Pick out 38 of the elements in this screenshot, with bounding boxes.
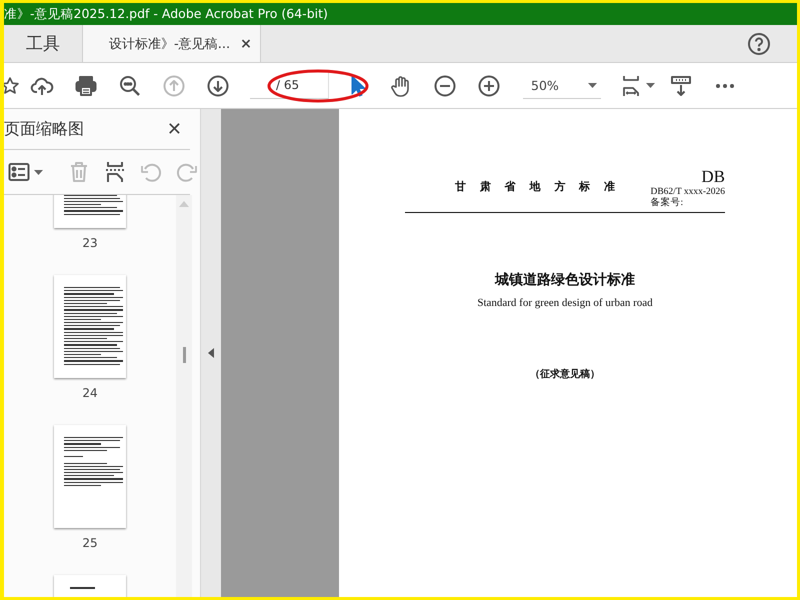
page-number-label: 23 <box>82 236 98 250</box>
document-header: 甘 肃 省 地 方 标 准 <box>455 179 615 194</box>
page-thumbnail[interactable] <box>54 275 126 378</box>
caret-icon <box>646 83 655 88</box>
search-icon <box>118 74 142 98</box>
arrow-up-icon <box>162 74 186 98</box>
page-number-label: 24 <box>82 386 98 400</box>
zoom-in-icon <box>477 74 501 98</box>
standard-number: DB62/T xxxx-2026 <box>650 187 725 197</box>
caret-icon <box>34 170 43 174</box>
scrollbar-thumb[interactable] <box>182 347 186 363</box>
tab[interactable]: 设计标准》-意见稿... × <box>83 25 261 62</box>
standard-code: DB <box>701 167 725 187</box>
tab-label: 设计标准》-意见稿... <box>109 36 230 52</box>
close-tab-button[interactable]: × <box>240 36 252 52</box>
page-thumbnail[interactable] <box>54 425 126 528</box>
window-title: 准》-意见稿2025.12.pdf - Adobe Acrobat Pro (64-bit) <box>4 6 328 22</box>
arrow-down-icon <box>206 74 230 98</box>
caret-icon <box>588 82 597 88</box>
page-number-field[interactable]: / 65 <box>250 72 329 99</box>
close-panel-button[interactable]: ✕ <box>166 118 182 140</box>
document-title: 城镇道路绿色设计标准 <box>495 271 635 289</box>
panel-title: 页面缩略图 <box>4 118 84 140</box>
more-icon <box>713 82 737 88</box>
insert-page-icon <box>103 160 127 184</box>
collapse-panel-icon[interactable] <box>208 348 214 358</box>
page-number-label: 25 <box>82 536 98 550</box>
draft-status: （征求意见稿） <box>530 368 600 381</box>
help-icon <box>747 32 771 56</box>
printer-icon <box>74 74 98 98</box>
tab-label: 工具 <box>26 33 60 55</box>
zoom-dropdown[interactable]: 50% <box>523 72 601 99</box>
page-count: / 65 <box>276 78 300 92</box>
record-number-label: 备案号: <box>650 198 684 209</box>
zoom-out-icon <box>433 74 457 98</box>
ruler-down-icon <box>669 74 693 98</box>
document-subtitle: Standard for green design of urban road <box>477 297 653 309</box>
list-options-icon <box>7 160 31 184</box>
